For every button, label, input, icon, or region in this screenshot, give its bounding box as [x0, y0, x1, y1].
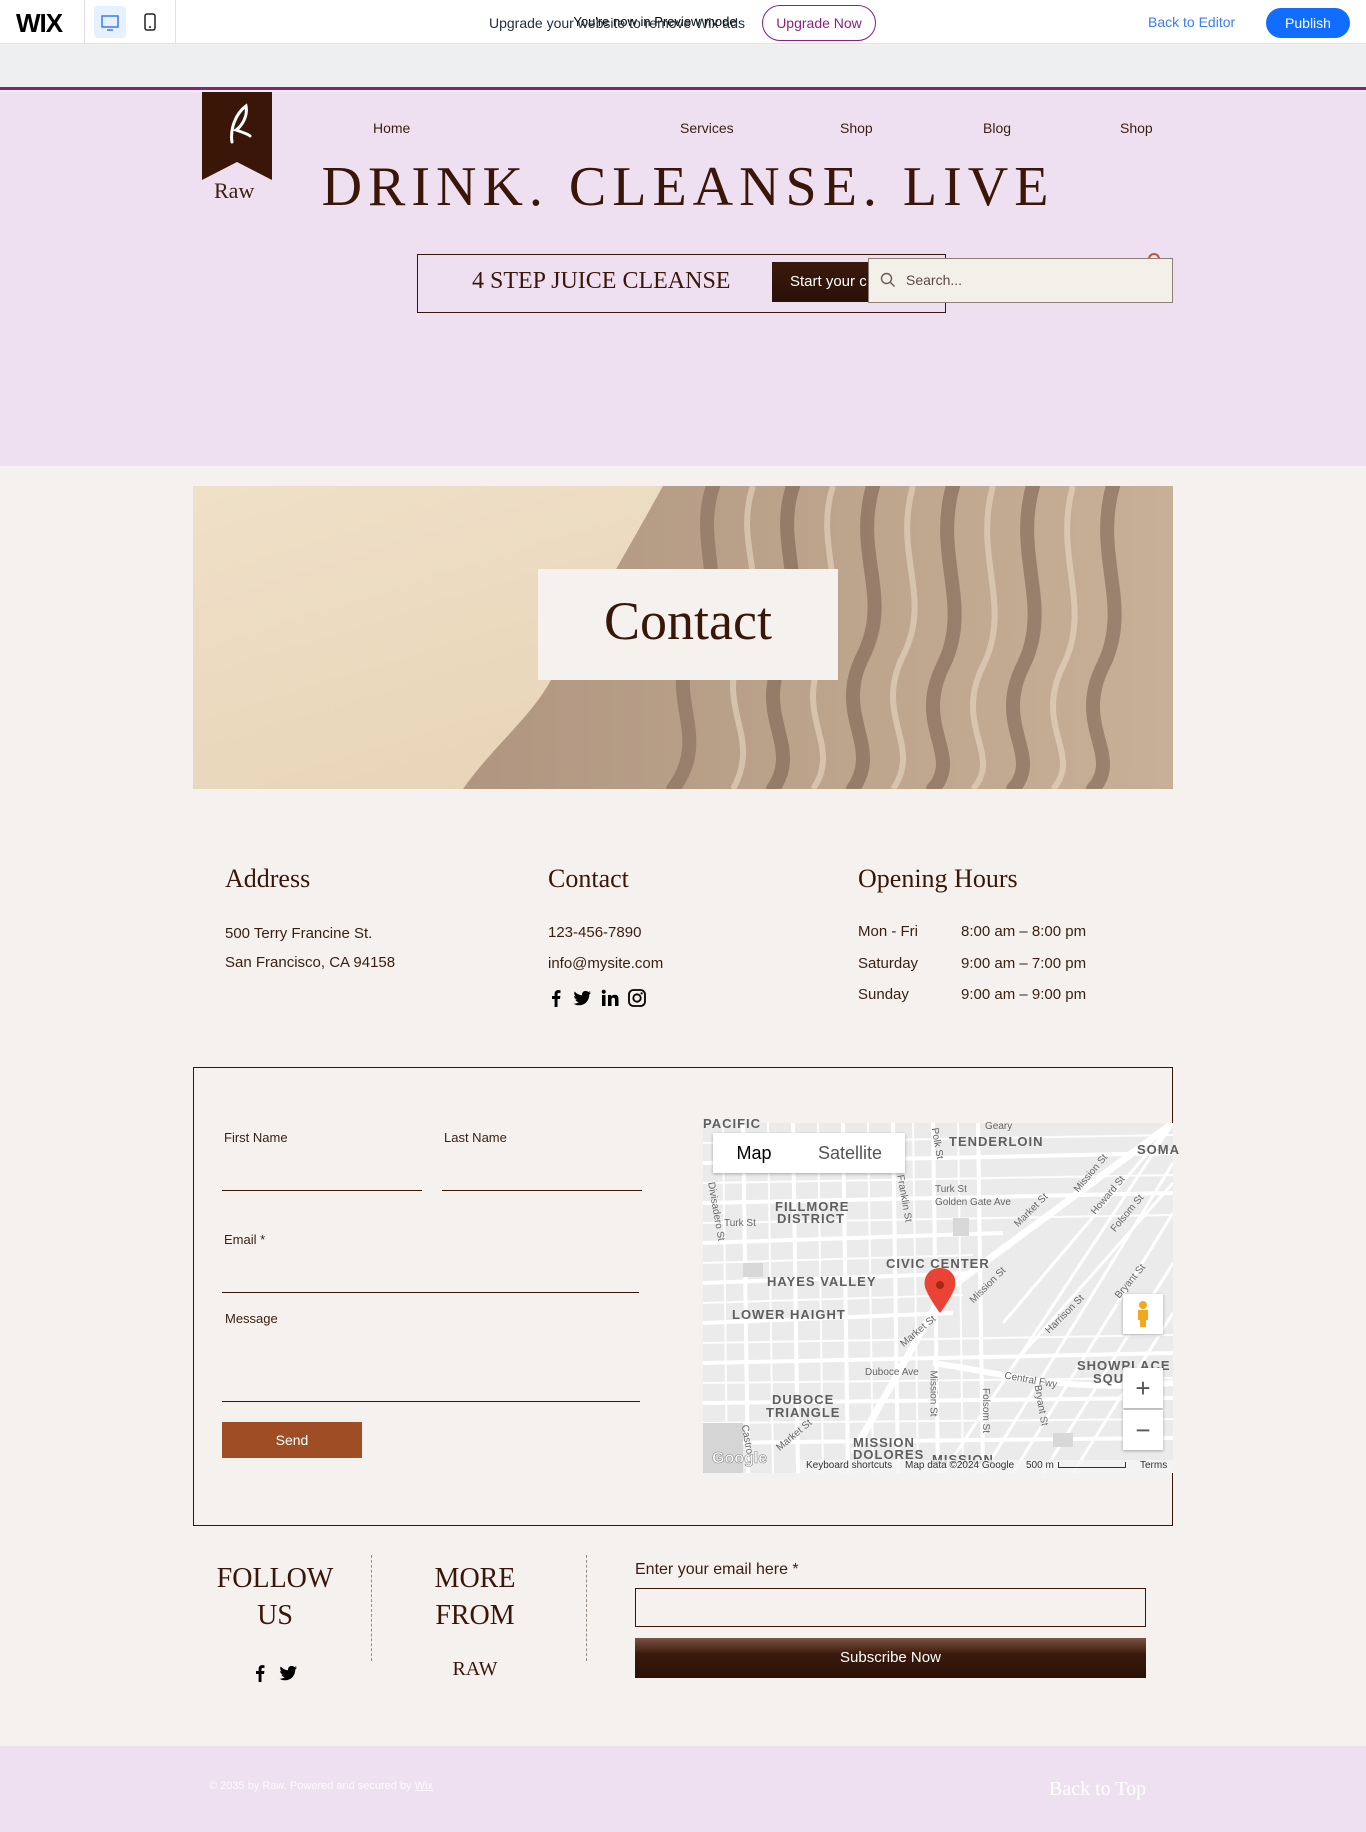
map-scale-bar — [1058, 1462, 1126, 1468]
satellite-tab[interactable]: Satellite — [795, 1133, 905, 1173]
map-label: CIVIC CENTER — [886, 1256, 990, 1271]
first-name-label: First Name — [224, 1130, 288, 1145]
site-footer — [0, 1746, 1366, 1832]
search-placeholder: Search... — [906, 272, 963, 288]
site-tagline: DRINK. CLEANSE. LIVE — [321, 156, 1055, 218]
map-street: Geary — [985, 1121, 1013, 1132]
message-textarea[interactable] — [222, 1401, 640, 1402]
nav-blog[interactable]: Blog — [983, 120, 1011, 136]
google-map[interactable] — [703, 1123, 1173, 1473]
dashed-divider — [586, 1555, 587, 1661]
hours-day: Sunday — [858, 986, 909, 1003]
hours-day: Mon - Fri — [858, 923, 918, 940]
nav-shop-2[interactable]: Shop — [1120, 120, 1153, 136]
map-street: Folsom St — [980, 1387, 992, 1434]
copyright-text: © 2035 by Raw. Powered and secured by Wi… — [209, 1780, 433, 1792]
first-name-input[interactable] — [222, 1190, 422, 1191]
nav-home[interactable]: Home — [373, 120, 410, 136]
start-cleanse-button[interactable]: Start your c — [772, 262, 872, 302]
ads-text: Upgrade your website to remove Wix ads — [489, 15, 745, 31]
zoom-out-button[interactable]: − — [1123, 1410, 1163, 1450]
hours-day: Saturday — [858, 955, 919, 972]
map-street: Turk St — [724, 1218, 756, 1229]
map-data-text: Map data ©2024 Google — [905, 1460, 1015, 1471]
wix-link[interactable]: Wix — [415, 1780, 433, 1792]
twitter-icon[interactable] — [572, 988, 592, 1008]
map-terms-link[interactable]: Terms — [1140, 1460, 1167, 1471]
hours-time: 8:00 am – 8:00 pm — [961, 923, 1087, 940]
subscribe-email-label: Enter your email here * — [635, 1561, 799, 1578]
contact-email[interactable]: info@mysite.com — [548, 955, 663, 972]
street-view-pegman-button[interactable] — [1123, 1294, 1163, 1334]
address-line-1: 500 Terry Francine St. — [225, 925, 373, 942]
map-label: SOMA — [1137, 1142, 1180, 1157]
keyboard-shortcuts-link[interactable]: Keyboard shortcuts — [806, 1460, 892, 1471]
opening-hours-heading: Opening Hours — [858, 864, 1018, 893]
map-label: SQU — [1093, 1371, 1125, 1386]
raw-link[interactable]: RAW — [408, 1658, 542, 1681]
copyright-label: © 2035 by Raw. Powered and secured by — [209, 1780, 415, 1792]
promo-text: 4 STEP JUICE CLEANSE — [472, 268, 731, 294]
map-street: Duboce Ave — [865, 1367, 919, 1378]
zoom-in-button[interactable]: + — [1123, 1368, 1163, 1408]
map-street: Golden Gate Ave — [935, 1197, 1011, 1208]
subscribe-button[interactable]: Subscribe Now — [635, 1638, 1146, 1678]
back-to-editor-link[interactable]: Back to Editor — [1148, 14, 1235, 30]
facebook-icon[interactable] — [250, 1663, 270, 1683]
map-label: TRIANGLE — [766, 1405, 841, 1420]
ads-banner — [0, 45, 1366, 90]
nav-shop[interactable]: Shop — [840, 120, 873, 136]
search-icon — [880, 272, 895, 287]
map-label: PACIFIC — [703, 1116, 762, 1131]
message-label: Message — [225, 1311, 278, 1326]
upgrade-now-button[interactable]: Upgrade Now — [762, 5, 876, 41]
more-from-heading: MORE FROM — [434, 1563, 516, 1631]
dashed-divider — [371, 1555, 372, 1661]
address-line-2: San Francisco, CA 94158 — [225, 954, 396, 971]
back-to-top-link[interactable]: Back to Top — [1049, 1778, 1146, 1801]
email-label: Email * — [224, 1232, 266, 1247]
map-tab[interactable]: Map — [713, 1133, 795, 1173]
instagram-icon[interactable] — [627, 988, 647, 1008]
contact-phone: 123-456-7890 — [548, 924, 642, 941]
publish-button[interactable]: Publish — [1266, 8, 1350, 38]
facebook-icon[interactable] — [546, 988, 566, 1008]
map-street: Mission St — [927, 1370, 939, 1417]
twitter-icon[interactable] — [278, 1663, 298, 1683]
address-heading: Address — [225, 864, 311, 893]
follow-us-heading: FOLLOW US — [216, 1563, 334, 1631]
last-name-label: Last Name — [444, 1130, 507, 1145]
subscribe-email-input[interactable] — [635, 1588, 1146, 1627]
nav-services[interactable]: Services — [680, 120, 734, 136]
map-label: DISTRICT — [777, 1211, 845, 1226]
map-label: TENDERLOIN — [949, 1134, 1044, 1149]
page-title: Contact — [604, 591, 772, 651]
send-button[interactable]: Send — [222, 1422, 362, 1458]
pegman-icon — [1138, 1301, 1148, 1327]
map-label: LOWER HAIGHT — [732, 1307, 846, 1322]
map-label: HAYES VALLEY — [767, 1274, 877, 1289]
map-scale-text: 500 m — [1026, 1460, 1054, 1471]
email-input[interactable] — [222, 1292, 639, 1293]
hours-time: 9:00 am – 7:00 pm — [961, 955, 1087, 972]
last-name-input[interactable] — [442, 1190, 642, 1191]
hours-time: 9:00 am – 9:00 pm — [961, 986, 1087, 1003]
google-logo: Google — [712, 1450, 768, 1468]
linkedin-icon[interactable] — [600, 988, 620, 1008]
contact-heading: Contact — [548, 864, 629, 893]
map-street: Turk St — [935, 1184, 967, 1195]
